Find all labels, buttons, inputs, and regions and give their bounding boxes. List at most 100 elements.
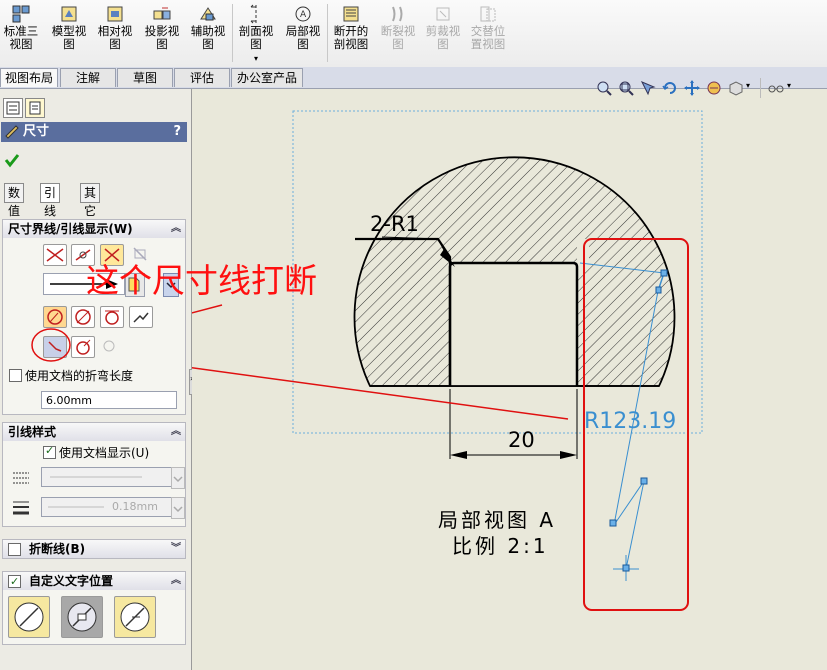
custom-text-position-header[interactable]: 自定义文字位置 ︽	[3, 572, 185, 591]
crop-view-button[interactable]: 剪裁视图	[421, 2, 465, 62]
horizontal-text-icon	[120, 602, 150, 632]
line-style-preview	[50, 476, 142, 478]
section-view-icon	[250, 4, 257, 24]
section-view-button[interactable]: 剖面视图 ▾	[236, 2, 276, 63]
standard-3-view-icon	[12, 5, 30, 23]
auxiliary-view-button[interactable]: 辅助视图	[186, 2, 230, 62]
diameter-leader-icon	[75, 309, 91, 325]
command-ribbon: 标准三 视图 模型视图 相对视图 投影视图 辅助视图 剖面视图 ▾ A 局部视图 断…	[0, 0, 827, 68]
line-thickness-select[interactable]: 0.18mm	[41, 497, 173, 517]
detail-view-icon: A	[295, 6, 311, 22]
break-lines-checkbox[interactable]	[8, 543, 21, 556]
leader-radial-button[interactable]	[43, 306, 67, 328]
thickness-preview	[48, 506, 104, 508]
leader-open-button[interactable]	[71, 336, 95, 358]
grip-handle[interactable]	[609, 519, 617, 527]
leader-disabled-option	[102, 339, 116, 353]
standard-3-view-button[interactable]: 标准三 视图	[0, 2, 42, 62]
custom-text-position-checkbox[interactable]	[8, 573, 21, 591]
tab-evaluate[interactable]: 评估	[174, 68, 230, 87]
line-thickness-icon	[13, 501, 29, 515]
detail-scale-label[interactable]: 比例 2:1	[452, 530, 549, 559]
radius-dim-text[interactable]: R123.19	[584, 409, 676, 434]
thickness-chevron[interactable]	[171, 497, 185, 519]
text-position-broken-leader-button[interactable]	[61, 596, 103, 638]
leader-style-group: 引线样式 ︽ 使用文档显示(U) 0.18mm	[2, 422, 186, 527]
thickness-value: 0.18mm	[112, 500, 158, 513]
grip-handle[interactable]	[655, 286, 662, 294]
property-manager-icon	[29, 101, 41, 115]
svg-text:A: A	[300, 10, 307, 20]
feature-tree-tab[interactable]	[3, 98, 23, 118]
line-style-chevron[interactable]	[171, 467, 185, 489]
help-button[interactable]: ?	[173, 122, 181, 142]
collapse-chevron-icon: ︽	[171, 223, 181, 234]
break-view-icon	[392, 6, 403, 22]
tab-sketch[interactable]: 草图	[117, 68, 173, 87]
bend-length-input[interactable]: 6.00mm	[41, 391, 177, 409]
aligned-text-icon	[14, 602, 44, 632]
broken-leader-icon	[67, 602, 97, 632]
text-position-solid-leader-button[interactable]	[8, 596, 50, 638]
crop-view-icon	[436, 7, 450, 21]
leader-style-header[interactable]: 引线样式 ︽	[3, 423, 185, 441]
broken-out-section-button[interactable]: 断开的 剖视图	[330, 2, 372, 62]
break-view-button[interactable]: 断裂视图	[376, 2, 420, 62]
relative-view-icon	[107, 6, 123, 22]
collapse-chevron-icon: ︽	[171, 426, 181, 437]
line-style-select[interactable]	[41, 467, 173, 487]
dimension-icon	[5, 125, 19, 139]
chevron-down-icon	[173, 506, 183, 513]
use-doc-bend-label: 使用文档的折弯长度	[25, 369, 134, 383]
tab-annotation[interactable]: 注解	[60, 68, 116, 87]
feature-tree-icon	[6, 101, 20, 115]
tab-other[interactable]: 其它	[80, 183, 101, 218]
alternate-position-view-button[interactable]: 交替位 置视图	[466, 2, 510, 62]
group-title: 自定义文字位置	[29, 574, 114, 588]
panel-title-bar: 尺寸 ?	[1, 122, 187, 142]
tab-leaders[interactable]: 引线	[40, 183, 61, 218]
arrows-outside-icon	[46, 248, 64, 262]
dim-20-text[interactable]: 20	[508, 428, 535, 452]
open-leader-icon	[76, 339, 91, 355]
witness-leader-display-header[interactable]: 尺寸界线/引线显示(W) ︽	[3, 220, 185, 238]
broken-out-section-icon	[343, 6, 359, 22]
annotation-text: 这个尺寸线打断	[86, 261, 317, 300]
leader-foreshortened-button[interactable]	[129, 306, 153, 328]
chevron-down-icon	[173, 476, 183, 483]
radius-leader-icon	[47, 309, 63, 325]
detail-view-button[interactable]: A 局部视图	[282, 2, 324, 62]
annotation-arrow-line	[192, 304, 223, 314]
leader-diameter-button[interactable]	[71, 306, 95, 328]
panel-toolbar	[0, 96, 190, 118]
model-view-button[interactable]: 模型视图	[47, 2, 91, 62]
use-doc-display-checkbox[interactable]	[43, 444, 56, 459]
alternate-position-icon	[480, 6, 496, 22]
tab-value[interactable]: 数值	[4, 183, 25, 218]
text-position-horizontal-button[interactable]	[114, 596, 156, 638]
grip-handle[interactable]	[622, 564, 630, 572]
projected-view-button[interactable]: 投影视图	[140, 2, 184, 62]
line-style-icon	[13, 472, 29, 484]
model-view-icon	[61, 6, 77, 22]
break-lines-header[interactable]: 折断线(B) ︾	[3, 540, 185, 558]
tab-view-layout[interactable]: 视图布局	[0, 68, 58, 87]
leader-bent-button[interactable]	[43, 336, 67, 358]
group-title: 尺寸界线/引线显示(W)	[8, 222, 133, 236]
group-title: 引线样式	[8, 425, 57, 439]
grip-handle[interactable]	[640, 477, 648, 485]
witness-outside-button[interactable]	[43, 244, 67, 266]
relative-view-button[interactable]: 相对视图	[93, 2, 137, 62]
use-doc-bend-checkbox[interactable]	[9, 369, 22, 382]
tab-office-products[interactable]: 办公室产品	[231, 68, 303, 87]
custom-text-position-group: 自定义文字位置 ︽	[2, 571, 186, 645]
leader-linear-button[interactable]	[100, 306, 124, 328]
grip-handle[interactable]	[660, 269, 668, 277]
fillet-label[interactable]: 2-R1	[370, 212, 419, 236]
property-manager-tab[interactable]	[25, 98, 45, 118]
use-doc-display-label: 使用文档显示(U)	[59, 446, 150, 460]
expand-chevron-icon: ︾	[171, 543, 181, 554]
ok-checkmark-icon[interactable]	[4, 152, 20, 168]
detail-view-label[interactable]: 局部视图 A	[438, 504, 556, 533]
drawing-canvas[interactable]: ▾ ▾ 2-R1 20 R123.19 局部视图 A 比例 2:1	[192, 78, 827, 670]
